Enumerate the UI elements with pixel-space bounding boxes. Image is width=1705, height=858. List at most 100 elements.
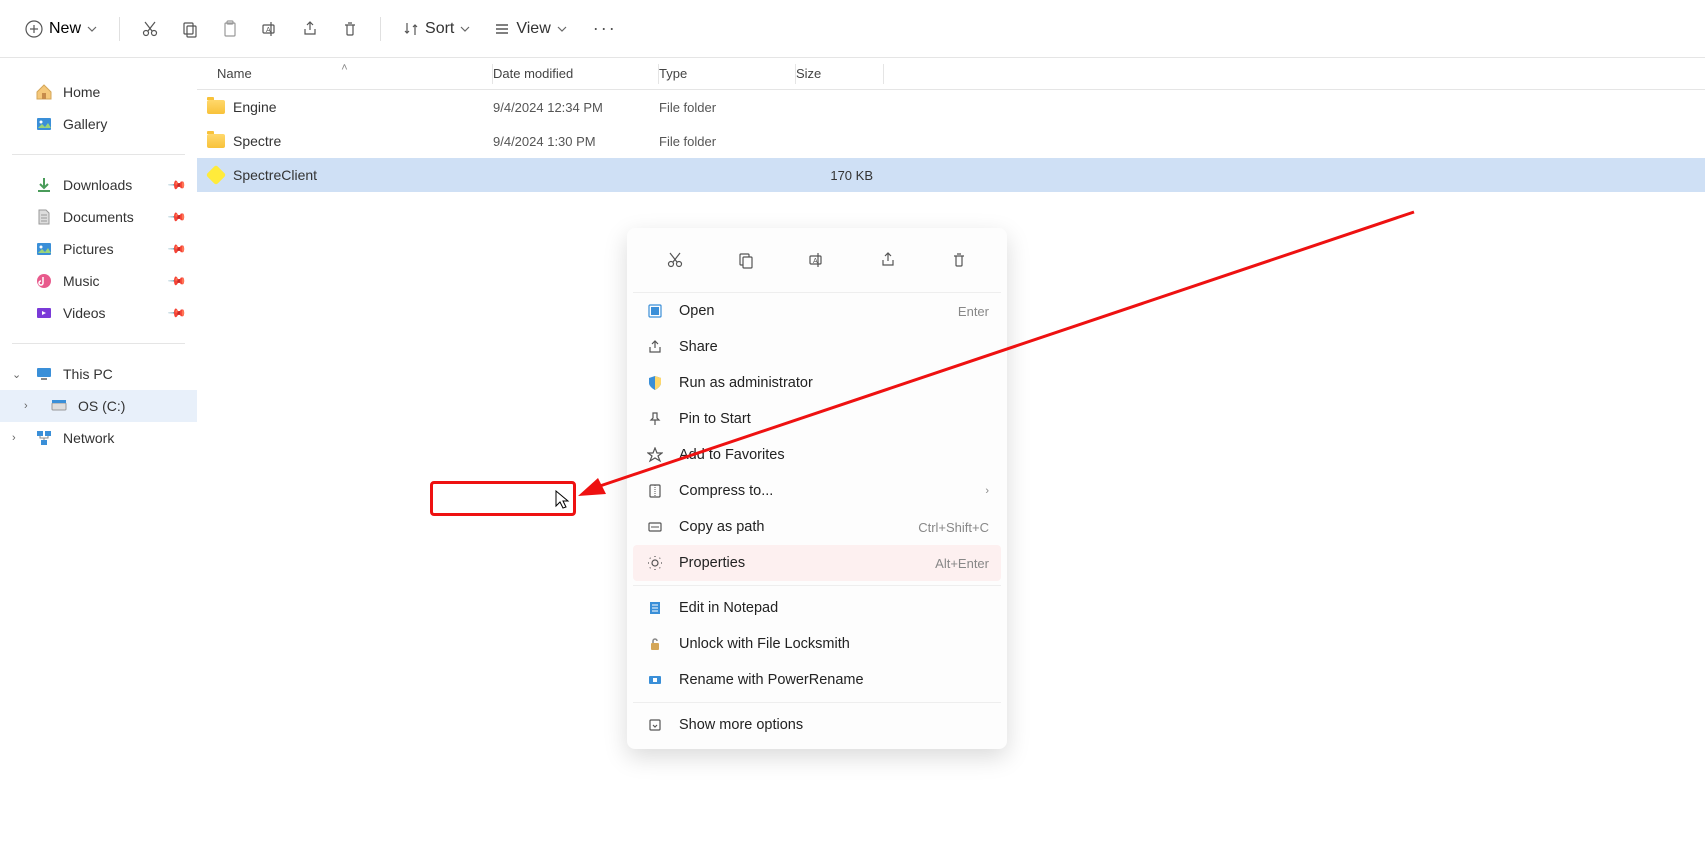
sidebar-item-videos[interactable]: Videos 📌 [0, 297, 197, 329]
sidebar-item-downloads[interactable]: Downloads 📌 [0, 169, 197, 201]
rename-icon: A [808, 251, 826, 269]
share-icon [879, 251, 897, 269]
rename-button[interactable]: A [252, 11, 288, 47]
paste-button[interactable] [212, 11, 248, 47]
ctx-open[interactable]: Open Enter [633, 293, 1001, 329]
file-name: Engine [233, 99, 277, 115]
ctx-cut-button[interactable] [657, 242, 693, 278]
column-size[interactable]: Size [796, 66, 883, 81]
folder-icon [207, 134, 225, 148]
file-size: 170 KB [796, 168, 883, 183]
toolbar-separator [119, 17, 120, 41]
folder-icon [207, 100, 225, 114]
star-icon [645, 445, 665, 465]
file-list: ˄ Name Date modified Type Size Engine 9/4… [197, 58, 1705, 858]
column-type[interactable]: Type [659, 66, 795, 81]
ctx-copy-button[interactable] [728, 242, 764, 278]
cut-button[interactable] [132, 11, 168, 47]
sidebar-item-os-c[interactable]: › OS (C:) [0, 390, 197, 422]
ctx-show-more[interactable]: Show more options [633, 707, 1001, 743]
sidebar-label: Music [63, 273, 100, 289]
toolbar: New A Sort View ··· [0, 0, 1705, 58]
file-date: 9/4/2024 12:34 PM [493, 100, 658, 115]
pictures-icon [35, 240, 53, 258]
column-divider[interactable] [883, 64, 884, 84]
ctx-share-button[interactable] [870, 242, 906, 278]
share-button[interactable] [292, 11, 328, 47]
ctx-edit-notepad[interactable]: Edit in Notepad [633, 590, 1001, 626]
sidebar-label: Downloads [63, 177, 132, 193]
sidebar-item-home[interactable]: Home [0, 76, 197, 108]
view-icon [494, 21, 510, 37]
more-button[interactable]: ··· [587, 11, 623, 47]
chevron-right-icon[interactable]: › [24, 400, 28, 412]
monitor-icon [35, 365, 53, 383]
ctx-rename-button[interactable]: A [799, 242, 835, 278]
columns-header: ˄ Name Date modified Type Size [197, 58, 1705, 90]
pin-icon: 📌 [167, 239, 187, 259]
ctx-delete-button[interactable] [941, 242, 977, 278]
ctx-compress[interactable]: Compress to... › [633, 473, 1001, 509]
document-icon [35, 208, 53, 226]
notepad-icon [645, 598, 665, 618]
ctx-properties[interactable]: Properties Alt+Enter [633, 545, 1001, 581]
sidebar-item-network[interactable]: › Network [0, 422, 197, 454]
ctx-shortcut: Ctrl+Shift+C [918, 520, 989, 535]
chevron-down-icon [87, 24, 97, 34]
ctx-label: Show more options [679, 717, 803, 733]
column-name[interactable]: ˄ Name [197, 66, 492, 81]
cut-icon [666, 251, 684, 269]
ctx-label: Run as administrator [679, 375, 813, 391]
sort-ascending-icon: ˄ [341, 62, 347, 74]
chevron-right-icon[interactable]: › [12, 432, 16, 444]
pin-icon: 📌 [167, 271, 187, 291]
ctx-label: Copy as path [679, 519, 764, 535]
home-icon [35, 83, 53, 101]
file-row[interactable]: Engine9/4/2024 12:34 PMFile folder [197, 90, 1705, 124]
ctx-rename-power[interactable]: Rename with PowerRename [633, 662, 1001, 698]
sort-icon [403, 21, 419, 37]
ctx-run-admin[interactable]: Run as administrator [633, 365, 1001, 401]
ctx-unlock[interactable]: Unlock with File Locksmith [633, 626, 1001, 662]
new-button-label: New [49, 20, 81, 38]
new-button[interactable]: New [15, 14, 107, 44]
ctx-copy-path[interactable]: Copy as path Ctrl+Shift+C [633, 509, 1001, 545]
ctx-add-favorites[interactable]: Add to Favorites [633, 437, 1001, 473]
ctx-label: Edit in Notepad [679, 600, 778, 616]
sidebar-item-this-pc[interactable]: ⌄ This PC [0, 358, 197, 390]
chevron-down-icon[interactable]: ⌄ [12, 368, 21, 381]
column-date[interactable]: Date modified [493, 66, 658, 81]
ctx-label: Pin to Start [679, 411, 751, 427]
sidebar-item-pictures[interactable]: Pictures 📌 [0, 233, 197, 265]
context-quick-actions: A [633, 234, 1001, 293]
sidebar-label: Home [63, 84, 100, 100]
share-icon [301, 20, 319, 38]
properties-icon [645, 553, 665, 573]
network-icon [35, 429, 53, 447]
view-label: View [516, 20, 550, 38]
file-row[interactable]: SpectreClient170 KB [197, 158, 1705, 192]
music-icon [35, 272, 53, 290]
copy-button[interactable] [172, 11, 208, 47]
ctx-label: Open [679, 303, 714, 319]
delete-button[interactable] [332, 11, 368, 47]
sort-button[interactable]: Sort [393, 14, 480, 44]
sidebar-item-music[interactable]: Music 📌 [0, 265, 197, 297]
cursor-icon [555, 490, 571, 510]
file-date: 9/4/2024 1:30 PM [493, 134, 658, 149]
drive-icon [50, 397, 68, 415]
ctx-label: Properties [679, 555, 745, 571]
ctx-share[interactable]: Share [633, 329, 1001, 365]
sidebar-item-gallery[interactable]: Gallery [0, 108, 197, 140]
download-icon [35, 176, 53, 194]
gallery-icon [35, 115, 53, 133]
toolbar-separator [380, 17, 381, 41]
file-row[interactable]: Spectre9/4/2024 1:30 PMFile folder [197, 124, 1705, 158]
ctx-pin-start[interactable]: Pin to Start [633, 401, 1001, 437]
ctx-label: Compress to... [679, 483, 773, 499]
ellipsis-icon: ··· [593, 18, 617, 39]
plus-circle-icon [25, 20, 43, 38]
ctx-shortcut: Enter [958, 304, 989, 319]
sidebar-item-documents[interactable]: Documents 📌 [0, 201, 197, 233]
view-button[interactable]: View [484, 14, 576, 44]
